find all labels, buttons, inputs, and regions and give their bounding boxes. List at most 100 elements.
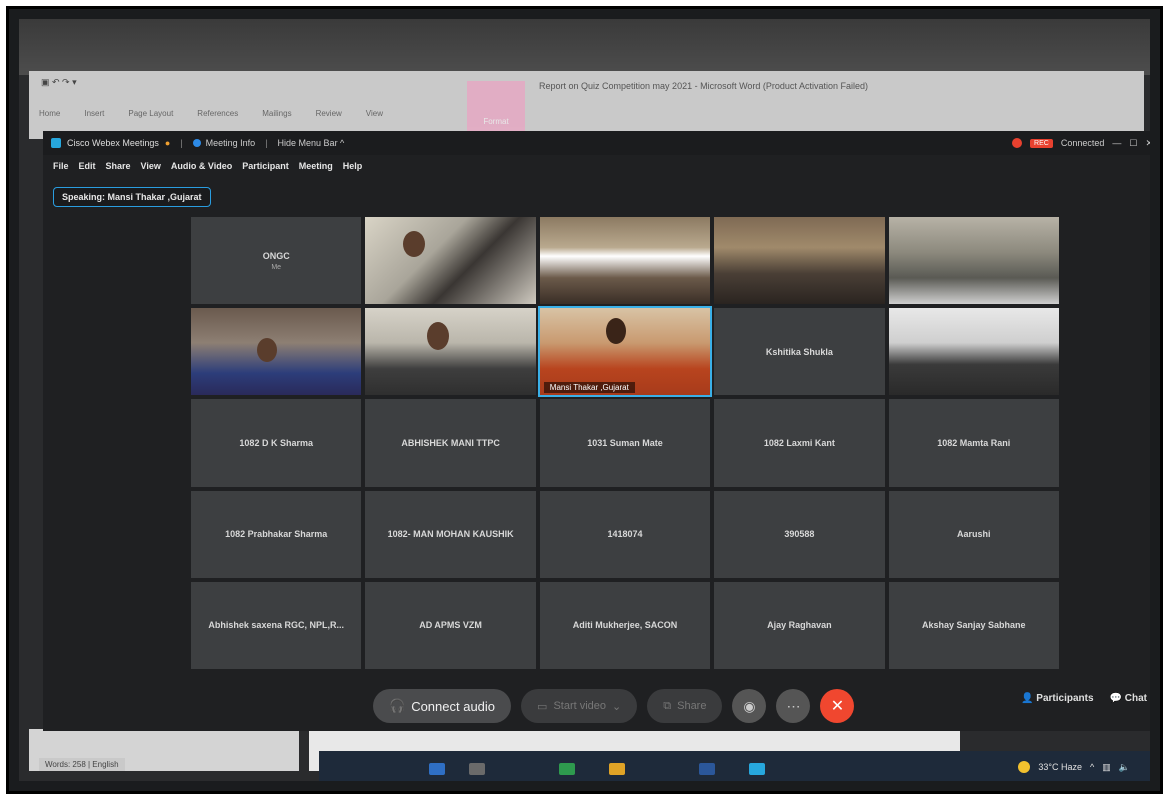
word-tab-review[interactable]: Review <box>316 109 342 118</box>
participant-tile[interactable]: 1031 Suman Mate <box>539 399 711 487</box>
participant-tile[interactable]: ONGC Me <box>191 217 362 305</box>
participant-tile[interactable]: Aarushi <box>888 490 1059 578</box>
share-button[interactable]: ⧉ Share <box>647 689 723 723</box>
network-icon[interactable]: ▥ <box>1102 762 1111 773</box>
encryption-icon[interactable]: ● <box>165 138 170 148</box>
windows-start-icon[interactable] <box>429 763 445 775</box>
close-icon: ✕ <box>830 698 845 715</box>
participant-video-tile[interactable] <box>714 217 885 305</box>
participant-tile[interactable]: 1082 Mamta Rani <box>888 399 1059 487</box>
participant-tile[interactable]: Akshay Sanjay Sabhane <box>888 581 1059 669</box>
participant-tile[interactable]: 390588 <box>714 490 885 578</box>
excel-icon[interactable] <box>559 763 575 775</box>
participant-tile[interactable]: ABHISHEK MANI TTPC <box>365 399 536 487</box>
menu-edit[interactable]: Edit <box>79 161 96 171</box>
participant-tile[interactable]: Ajay Raghavan <box>714 581 885 669</box>
meeting-info-icon[interactable] <box>192 139 201 147</box>
windows-taskbar: 33°C Haze ^ ▥ 🔈 <box>319 751 1150 781</box>
title-separator: | <box>180 138 183 148</box>
menu-file[interactable]: File <box>53 161 69 171</box>
word-tab-home[interactable]: Home <box>39 109 60 118</box>
meeting-controls: 🎧 Connect audio ▭ Start video ⌄ ⧉ Share ◉ ⋯ … <box>373 687 855 725</box>
participant-tile[interactable]: 1082 Laxmi Kant <box>714 399 885 487</box>
active-speaker-label: Speaking: Mansi Thakar ,Gujarat <box>53 187 211 207</box>
close-icon[interactable]: ✕ <box>1145 138 1150 149</box>
search-icon[interactable] <box>469 763 485 775</box>
monitor-screen: ▣ ↶ ↷ ▾ Format Report on Quiz Competitio… <box>19 19 1150 781</box>
recording-icon <box>1012 138 1023 148</box>
weather-icon <box>1018 761 1031 773</box>
participant-video-tile[interactable] <box>365 308 536 396</box>
participant-tile[interactable]: 1418074 <box>539 490 711 578</box>
menu-audio-video[interactable]: Audio & Video <box>171 161 232 171</box>
share-screen-icon: ⧉ <box>663 699 672 712</box>
participant-name: Akshay Sanjay Sabhane <box>922 620 1026 631</box>
menu-share[interactable]: Share <box>106 161 131 171</box>
webex-menubar: File Edit Share View Audio & Video Parti… <box>43 155 1150 177</box>
participant-tile[interactable]: AD APMS VZM <box>365 581 536 669</box>
webex-taskbar-icon[interactable] <box>749 763 765 775</box>
meeting-info-link[interactable]: Meeting Info <box>206 138 256 148</box>
photo-frame: ▣ ↶ ↷ ▾ Format Report on Quiz Competitio… <box>6 6 1163 794</box>
chevron-down-icon: ⌄ <box>612 700 622 713</box>
word-tabs: Home Insert Page Layout References Maili… <box>39 109 383 118</box>
word-tab-view[interactable]: View <box>366 109 383 118</box>
participant-video-tile[interactable] <box>888 308 1059 396</box>
participant-head <box>257 338 277 363</box>
minimize-icon[interactable]: — <box>1112 138 1121 148</box>
word-active-tab[interactable]: Format <box>467 81 525 131</box>
participant-name: 1082 Laxmi Kant <box>763 437 835 448</box>
record-button[interactable]: ◉ <box>732 689 767 723</box>
participant-name: AD APMS VZM <box>419 620 482 631</box>
participant-tile[interactable]: Kshitika Shukla <box>714 308 885 396</box>
more-options-button[interactable]: ⋯ <box>776 689 811 723</box>
word-icon[interactable] <box>699 763 715 775</box>
participant-tile[interactable]: Aditi Mukherjee, SACON <box>539 581 711 669</box>
participant-name: 1082 Prabhakar Sharma <box>225 529 328 540</box>
participant-video-tile[interactable] <box>539 217 711 305</box>
participant-name: Kshitika Shukla <box>765 346 833 357</box>
menu-help[interactable]: Help <box>343 161 363 171</box>
participant-name: Abhishek saxena RGC, NPL,R... <box>208 620 344 631</box>
start-video-button[interactable]: ▭ Start video ⌄ <box>521 689 638 723</box>
word-tab-references[interactable]: References <box>197 109 238 118</box>
maximize-icon[interactable]: ☐ <box>1129 138 1137 149</box>
participant-tile[interactable]: Abhishek saxena RGC, NPL,R... <box>191 581 362 669</box>
participant-video-tile[interactable] <box>365 217 536 305</box>
participant-name: 1082 D K Sharma <box>239 437 313 448</box>
file-explorer-icon[interactable] <box>609 763 625 775</box>
word-ribbon: ▣ ↶ ↷ ▾ Format Report on Quiz Competitio… <box>29 71 1144 139</box>
participant-name: 1418074 <box>607 529 643 540</box>
participant-tile[interactable]: 1082- MAN MOHAN KAUSHIK <box>365 490 536 578</box>
participant-sub: Me <box>271 263 282 271</box>
webex-window: Cisco Webex Meetings ● | Meeting Info | … <box>43 131 1150 731</box>
chevron-up-icon[interactable]: ^ <box>1090 762 1094 772</box>
connection-status[interactable]: Connected <box>1061 138 1105 148</box>
hide-menu-bar-button[interactable]: Hide Menu Bar ^ <box>278 138 345 148</box>
connect-audio-button[interactable]: 🎧 Connect audio <box>373 689 512 723</box>
weather-text[interactable]: 33°C Haze <box>1038 762 1082 772</box>
word-tab-page-layout[interactable]: Page Layout <box>128 109 173 118</box>
word-tab-mailings[interactable]: Mailings <box>262 109 291 118</box>
participant-video-tile[interactable] <box>888 217 1059 305</box>
participant-name: 1082- MAN MOHAN KAUSHIK <box>387 529 514 540</box>
leave-meeting-button[interactable]: ✕ <box>820 689 855 723</box>
participant-video-tile[interactable] <box>191 308 362 396</box>
webex-app-name: Cisco Webex Meetings <box>67 138 159 148</box>
monitor-bezel <box>19 19 1150 75</box>
word-tab-insert[interactable]: Insert <box>84 109 104 118</box>
volume-icon[interactable]: 🔈 <box>1119 762 1130 773</box>
participant-video-grid: ONGC Me Mansi Thakar ,Gujarat Kshitika Sh… <box>191 217 1059 669</box>
menu-participant[interactable]: Participant <box>242 161 289 171</box>
participant-tile[interactable]: 1082 Prabhakar Sharma <box>191 490 362 578</box>
participant-name-plate: Mansi Thakar ,Gujarat <box>543 382 635 394</box>
participant-tile[interactable]: 1082 D K Sharma <box>191 399 362 487</box>
participant-name: Aditi Mukherjee, SACON <box>572 620 678 631</box>
webex-logo-icon <box>51 138 61 148</box>
title-separator-2: | <box>265 138 268 148</box>
participants-button[interactable]: 👤 Participants <box>1021 693 1093 704</box>
menu-view[interactable]: View <box>141 161 161 171</box>
chat-button[interactable]: 💬 Chat <box>1110 693 1147 704</box>
menu-meeting[interactable]: Meeting <box>299 161 333 171</box>
participant-video-tile-active-speaker[interactable]: Mansi Thakar ,Gujarat <box>537 306 713 398</box>
